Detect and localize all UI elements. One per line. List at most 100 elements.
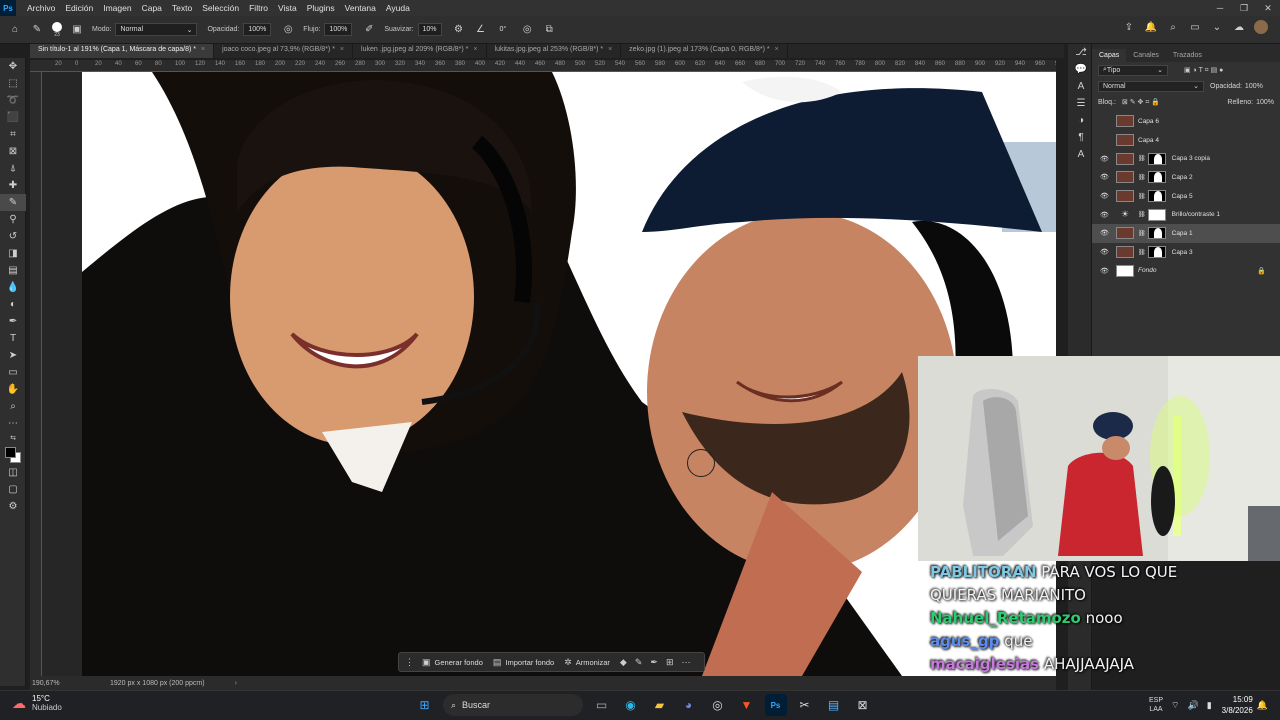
menu-item[interactable]: Edición	[60, 3, 98, 13]
object-selection-icon[interactable]: ⬛	[0, 109, 26, 126]
quick-mask-icon[interactable]: ◫	[0, 464, 26, 481]
more-tools-icon[interactable]: ⋯	[0, 415, 26, 432]
dodge-tool-icon[interactable]: ◐	[0, 296, 26, 313]
brush-preset-picker[interactable]: 23	[52, 21, 62, 38]
layer-filter-select[interactable]: ⌕ Tipo ⌄	[1098, 64, 1168, 76]
link-icon[interactable]: ⛓	[1138, 155, 1146, 162]
document-tab[interactable]: Sin título-1 al 191% (Capa 1, Máscara de…	[30, 44, 215, 58]
smoothing-input[interactable]: 10%	[417, 23, 442, 36]
menu-item[interactable]: Selección	[197, 3, 244, 13]
github-icon[interactable]: ◎	[707, 694, 729, 716]
foreground-color-swatch[interactable]	[5, 447, 16, 458]
menu-item[interactable]: Imagen	[98, 3, 136, 13]
character-panel-icon[interactable]: A	[1068, 78, 1094, 95]
tab-capas[interactable]: Capas	[1092, 49, 1127, 62]
zoom-tool-icon[interactable]: ⌕	[0, 398, 26, 415]
visibility-eye-icon[interactable]: 👁	[1100, 173, 1110, 181]
brave-icon[interactable]: ▼	[736, 694, 758, 716]
transform-icon[interactable]: ⊞	[666, 657, 674, 668]
paragraph-panel-icon[interactable]: ¶	[1068, 129, 1094, 146]
document-tab[interactable]: joaco coco.jpeg al 73,9% (RGB/8*) * ×	[214, 44, 354, 58]
color-swatches[interactable]	[0, 444, 26, 464]
visibility-eye-icon[interactable]: 👁	[1100, 267, 1110, 275]
rectangle-tool-icon[interactable]: ▭	[0, 364, 26, 381]
layer-row[interactable]: 👁 ⛓ Capa 5	[1092, 187, 1280, 206]
grip-icon[interactable]: ⋮	[405, 657, 414, 668]
task-view-icon[interactable]: ▭	[591, 694, 613, 716]
document-tab[interactable]: zeko.jpg (1).jpeg al 173% (Capa 0, RGB/8…	[621, 44, 788, 58]
pressure-opacity-icon[interactable]: ◎	[281, 23, 295, 37]
menu-item[interactable]: Archivo	[22, 3, 60, 13]
opacity-input[interactable]: 100%	[243, 23, 272, 36]
wifi-icon[interactable]: ⌔	[1171, 700, 1179, 711]
taskbar-search[interactable]: ⌕ Buscar	[443, 694, 583, 716]
gear-icon[interactable]: ⚙	[452, 23, 466, 37]
layer-row[interactable]: Capa 6	[1092, 112, 1280, 131]
layer-row[interactable]: Capa 4	[1092, 131, 1280, 150]
share-icon[interactable]: ⇪	[1122, 20, 1136, 34]
visibility-eye-icon[interactable]: 👁	[1100, 192, 1110, 200]
screen-mode-icon[interactable]: ▢	[0, 481, 26, 498]
menu-item[interactable]: Ayuda	[381, 3, 415, 13]
workspace-icon[interactable]: ▭	[1188, 20, 1202, 34]
lock-icons[interactable]: ⊠ ✎ ✥ ⌗ 🔒	[1122, 98, 1160, 107]
symmetry-icon[interactable]: ⧉	[542, 23, 556, 37]
visibility-eye-icon[interactable]: 👁	[1100, 155, 1110, 163]
visibility-eye-icon[interactable]: 👁	[1100, 229, 1110, 237]
more-options-icon[interactable]: ⋯	[681, 657, 690, 668]
volume-icon[interactable]: 🔊	[1187, 700, 1198, 711]
cloud-icon[interactable]: ☁	[1232, 20, 1246, 34]
eraser-icon[interactable]: ◨	[0, 245, 26, 262]
battery-icon[interactable]: ▮	[1207, 700, 1212, 711]
photoshop-taskbar-icon[interactable]: Ps	[764, 694, 787, 716]
gradient-tool-icon[interactable]: ▤	[0, 262, 26, 279]
clock[interactable]: 15:09 3/8/2026	[1222, 694, 1253, 716]
close-icon[interactable]: ×	[340, 46, 344, 53]
layer-row[interactable]: 👁 ⛓ Capa 2	[1092, 168, 1280, 187]
blend-mode-select[interactable]: Normal ⌄	[1098, 80, 1204, 92]
brush-icon[interactable]: ✎	[635, 657, 643, 668]
import-background-button[interactable]: ▤ Importar fondo	[493, 657, 554, 668]
document-tab[interactable]: luken .jpg.jpeg al 209% (RGB/8*) * ×	[353, 44, 487, 58]
marquee-tool-icon[interactable]: ⬚	[0, 75, 26, 92]
layer-mask-thumbnail[interactable]	[1147, 227, 1166, 240]
adjustments-panel-icon[interactable]: ☰	[1068, 95, 1094, 112]
color-panel-icon[interactable]: ◑	[1068, 112, 1094, 129]
blur-tool-icon[interactable]: 💧	[0, 279, 26, 296]
layer-row[interactable]: 👁 ⛓ Capa 1	[1092, 224, 1280, 243]
move-tool-icon[interactable]: ✥	[0, 58, 26, 75]
maximize-button[interactable]: ❐	[1232, 0, 1256, 16]
menu-item[interactable]: Ventana	[340, 3, 381, 13]
notifications-icon[interactable]: 🔔	[1257, 700, 1268, 711]
path-selection-icon[interactable]: ➤	[0, 347, 26, 364]
visibility-eye-icon[interactable]: 👁	[1100, 248, 1110, 256]
history-panel-icon[interactable]: ⎇	[1068, 44, 1094, 61]
dropdown-icon[interactable]: ⌄	[1210, 20, 1224, 34]
frame-tool-icon[interactable]: ⊠	[0, 143, 26, 160]
layer-mask-thumbnail[interactable]	[1147, 152, 1166, 165]
crop-tool-icon[interactable]: ⌗	[0, 126, 26, 143]
harmonize-button[interactable]: ✲ Armonizar	[564, 657, 610, 668]
edge-icon[interactable]: ◉	[620, 694, 642, 716]
avatar[interactable]	[1254, 20, 1268, 34]
close-icon[interactable]: ×	[608, 46, 612, 53]
close-icon[interactable]: ×	[201, 46, 205, 53]
layer-row[interactable]: 👁 ⛓ Capa 3	[1092, 243, 1280, 262]
canvas-area[interactable]	[42, 72, 1056, 676]
layer-row[interactable]: 👁 Fondo 🔒	[1092, 262, 1280, 281]
healing-brush-icon[interactable]: ✚	[0, 177, 26, 194]
link-icon[interactable]: ⛓	[1138, 249, 1146, 256]
pressure-size-icon[interactable]: ◎	[520, 23, 534, 37]
home-icon[interactable]: ⌂	[8, 23, 22, 37]
pen-tool-icon[interactable]: ✒	[0, 313, 26, 330]
mode-select[interactable]: Normal ⌄	[115, 23, 198, 36]
minimize-button[interactable]: ─	[1208, 0, 1232, 16]
swap-colors-icon[interactable]: ⇆	[0, 432, 26, 444]
layer-row[interactable]: 👁 ☀ ⛓ Brillo/contraste 1	[1092, 205, 1280, 224]
layer-mask-thumbnail[interactable]	[1147, 171, 1166, 184]
menu-item[interactable]: Filtro	[244, 3, 273, 13]
snipping-tool-icon[interactable]: ⊠	[852, 694, 874, 716]
tab-trazados[interactable]: Trazados	[1166, 49, 1209, 62]
fill-value[interactable]: 100%	[1256, 99, 1274, 106]
brush-tool-icon[interactable]: ✎	[30, 23, 44, 37]
